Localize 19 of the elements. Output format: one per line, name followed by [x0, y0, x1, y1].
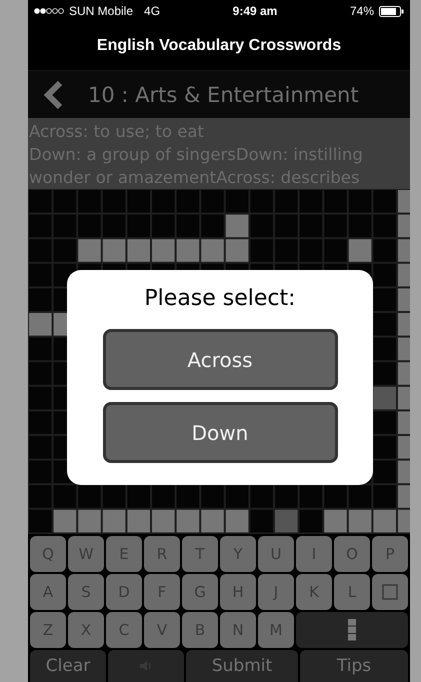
- app-title: English Vocabulary Crosswords: [96, 37, 342, 55]
- option-button[interactable]: Down: [102, 402, 338, 463]
- toolbar-button[interactable]: Clear: [30, 650, 106, 682]
- puzzle-title: 10 : Arts & Entertainment: [88, 82, 359, 106]
- back-icon[interactable]: [44, 80, 64, 108]
- battery-percent: 74%: [350, 4, 374, 18]
- status-time: 9:49 am: [232, 4, 278, 18]
- carrier-name: SUN Mobile: [69, 4, 134, 18]
- stacked-squares-icon: [348, 619, 356, 641]
- square-icon: [382, 584, 398, 600]
- signal-icon: [34, 8, 64, 14]
- option-button[interactable]: Across: [102, 329, 338, 390]
- battery-icon: [379, 6, 404, 16]
- dialog-title: Please select:: [144, 286, 296, 311]
- key[interactable]: [372, 574, 408, 610]
- key[interactable]: [296, 612, 408, 648]
- network-type: 4G: [144, 4, 160, 18]
- toolbar-button[interactable]: Submit: [186, 650, 298, 682]
- toolbar-button[interactable]: Tips: [300, 650, 408, 682]
